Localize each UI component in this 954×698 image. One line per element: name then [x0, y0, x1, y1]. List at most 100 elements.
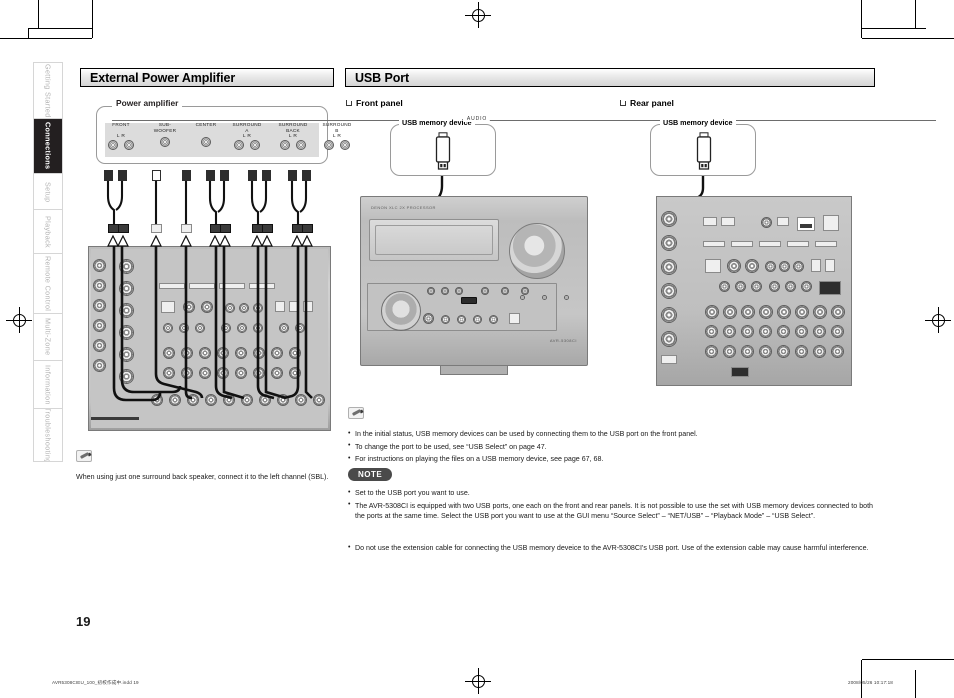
rear-connector[interactable] — [119, 303, 134, 318]
rear-connector[interactable] — [119, 347, 134, 362]
rear-speaker-terminal[interactable] — [705, 325, 718, 338]
rear-connector[interactable] — [119, 325, 134, 340]
front-small-button[interactable] — [427, 287, 435, 295]
rear-toslink[interactable] — [811, 259, 821, 272]
rear-connector[interactable] — [661, 283, 677, 299]
rear-speaker-terminal[interactable] — [777, 325, 790, 338]
rca-jack-icon[interactable] — [296, 140, 306, 151]
rear-audio-in-jack[interactable] — [169, 394, 181, 406]
rear-rca-jack[interactable] — [163, 347, 175, 359]
rear-coax-jack[interactable] — [201, 301, 213, 313]
rear-rca-jack[interactable] — [735, 281, 746, 292]
volume-knob[interactable] — [509, 223, 565, 279]
rear-rca-jack[interactable] — [181, 367, 193, 379]
sidebar-item-remote-control[interactable]: Remote Control — [34, 254, 62, 314]
rear-rca-jack[interactable] — [769, 281, 780, 292]
rear-speaker-terminal[interactable] — [831, 305, 845, 319]
rca-jack-icon[interactable] — [324, 140, 334, 151]
rear-rca-jack[interactable] — [235, 347, 247, 359]
rear-rca-jack[interactable] — [199, 347, 211, 359]
rear-lan-port[interactable] — [705, 259, 721, 273]
rear-speaker-terminal[interactable] — [723, 345, 736, 358]
rear-terminal-block[interactable] — [819, 281, 841, 295]
rear-rca-jack[interactable] — [779, 261, 790, 272]
rca-jack-icon[interactable] — [160, 137, 170, 148]
rca-jack-icon[interactable] — [124, 139, 134, 150]
front-small-button[interactable] — [521, 287, 529, 295]
front-small-button[interactable] — [501, 287, 509, 295]
rear-speaker-terminal[interactable] — [795, 325, 808, 338]
rear-speaker-terminal[interactable] — [813, 305, 827, 319]
rear-rca-jack[interactable] — [179, 323, 189, 333]
rear-rca-jack[interactable] — [217, 367, 229, 379]
rear-rca-jack[interactable] — [235, 367, 247, 379]
sidebar-item-troubleshooting[interactable]: Troubleshooting — [34, 409, 62, 461]
rear-rca-jack[interactable] — [765, 261, 776, 272]
rear-speaker-terminal[interactable] — [741, 345, 754, 358]
rear-speaker-terminal[interactable] — [759, 305, 773, 319]
rear-rca-jack[interactable] — [785, 281, 796, 292]
rear-rca-jack[interactable] — [793, 261, 804, 272]
rear-coax-jack[interactable] — [745, 259, 759, 273]
front-small-button[interactable] — [441, 287, 449, 295]
sidebar-item-multi-zone[interactable]: Multi-Zone — [34, 314, 62, 362]
rear-connector[interactable] — [93, 339, 106, 352]
rear-speaker-terminal[interactable] — [777, 345, 790, 358]
rear-rca-jack[interactable] — [253, 323, 263, 333]
sidebar-item-getting-started[interactable]: Getting Started — [34, 63, 62, 119]
rear-coax-jack[interactable] — [727, 259, 741, 273]
rear-rca-jack[interactable] — [181, 347, 193, 359]
sidebar-item-setup[interactable]: Setup — [34, 174, 62, 211]
rear-speaker-terminal[interactable] — [759, 345, 772, 358]
rear-speaker-terminal[interactable] — [741, 305, 755, 319]
rear-connector[interactable] — [93, 319, 106, 332]
rear-rca-jack[interactable] — [253, 367, 265, 379]
rear-speaker-terminal[interactable] — [705, 345, 718, 358]
front-input-jack[interactable] — [457, 315, 466, 324]
rear-usb-slot[interactable] — [800, 224, 812, 228]
rear-audio-in-jack[interactable] — [223, 394, 235, 406]
rear-rca-jack[interactable] — [289, 347, 301, 359]
rear-speaker-terminal[interactable] — [723, 325, 736, 338]
rear-terminal-block[interactable] — [661, 355, 677, 364]
sidebar-item-playback[interactable]: Playback — [34, 210, 62, 255]
cursor-jog-wheel[interactable] — [381, 291, 421, 331]
rear-rca-jack[interactable] — [253, 347, 265, 359]
rear-rca-jack[interactable] — [221, 323, 231, 333]
front-small-button[interactable] — [481, 287, 489, 295]
front-small-button[interactable] — [455, 287, 463, 295]
rear-audio-jack[interactable] — [225, 303, 235, 313]
rca-jack-icon[interactable] — [201, 136, 211, 147]
rear-rca-jack[interactable] — [163, 323, 173, 333]
rear-speaker-terminal[interactable] — [813, 325, 826, 338]
front-input-jack[interactable] — [473, 315, 482, 324]
rear-rca-jack[interactable] — [801, 281, 812, 292]
rear-audio-in-jack[interactable] — [259, 394, 271, 406]
rear-connector[interactable] — [93, 279, 106, 292]
rear-rca-jack[interactable] — [271, 367, 283, 379]
front-input-jack[interactable] — [489, 315, 498, 324]
rear-hdmi-block[interactable] — [759, 241, 781, 247]
rear-toslink[interactable] — [289, 301, 299, 312]
rear-hdmi-block[interactable] — [815, 241, 837, 247]
rear-audio-in-jack[interactable] — [295, 394, 307, 406]
rear-speaker-terminal[interactable] — [741, 325, 754, 338]
rear-connector[interactable] — [93, 359, 106, 372]
rear-audio-in-jack[interactable] — [187, 394, 199, 406]
rear-audio-jack[interactable] — [239, 303, 249, 313]
front-input-jack[interactable] — [441, 315, 450, 324]
rear-speaker-terminal[interactable] — [831, 345, 844, 358]
rear-speaker-terminal[interactable] — [723, 305, 737, 319]
rear-ac-inlet[interactable] — [731, 367, 749, 377]
rear-audio-in-jack[interactable] — [277, 394, 289, 406]
rear-connector[interactable] — [119, 281, 134, 296]
rear-hdmi-block[interactable] — [189, 283, 215, 289]
rear-speaker-terminal[interactable] — [813, 345, 826, 358]
rear-hdmi-block[interactable] — [703, 241, 725, 247]
rear-hdmi-block[interactable] — [731, 241, 753, 247]
rear-connector[interactable] — [661, 211, 677, 227]
rear-rca-jack[interactable] — [217, 347, 229, 359]
rear-rca-jack[interactable] — [289, 367, 301, 379]
rear-connector[interactable] — [93, 259, 106, 272]
rear-speaker-terminal[interactable] — [795, 305, 809, 319]
